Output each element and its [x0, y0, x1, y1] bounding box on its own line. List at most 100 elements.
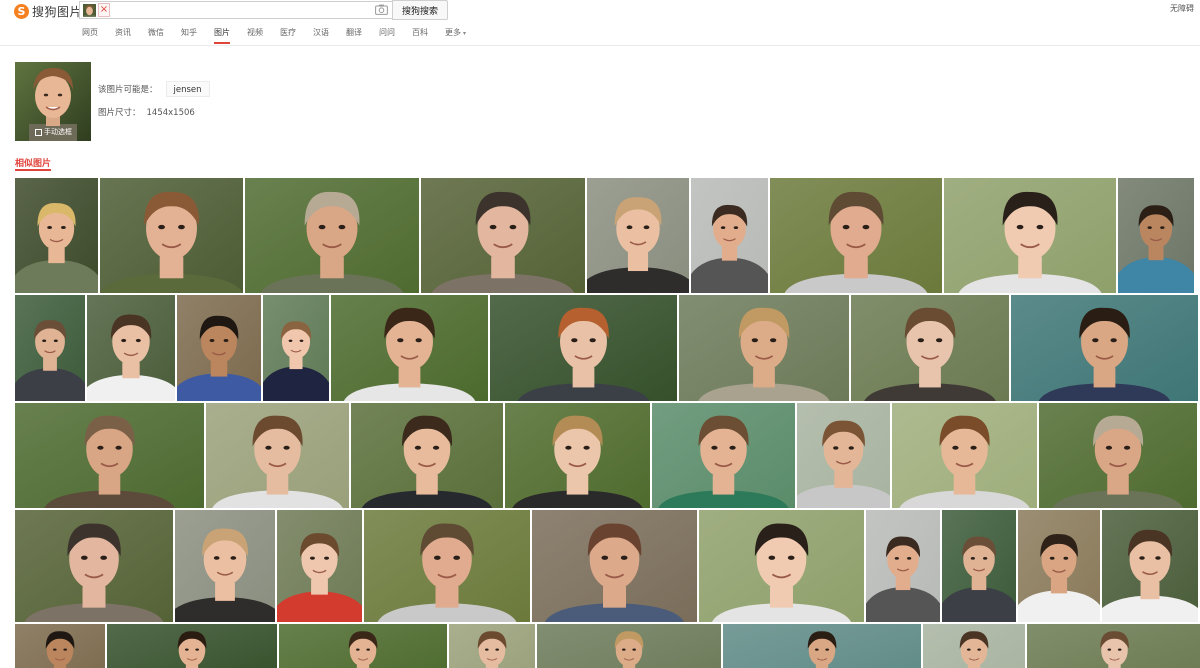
similar-image-tile[interactable]: [15, 624, 105, 668]
portrait-thumbnail: [942, 510, 1016, 622]
similar-image-tile[interactable]: [1118, 178, 1194, 293]
vertical-nav: 网页 资讯 微信 知乎 图片 视频 医疗 汉语 翻译 问问 百科 更多 ▾: [82, 27, 483, 45]
similar-image-tile[interactable]: [245, 178, 419, 293]
nav-item-11[interactable]: 更多 ▾: [445, 27, 466, 45]
remove-image-icon[interactable]: ×: [98, 3, 110, 17]
similar-image-tile[interactable]: [277, 510, 362, 622]
portrait-thumbnail: [15, 178, 98, 293]
similar-image-tile[interactable]: [175, 510, 275, 622]
nav-item-9[interactable]: 问问: [379, 27, 395, 45]
image-size-row: 图片尺寸： 1454x1506: [98, 106, 195, 118]
portrait-thumbnail: [449, 624, 535, 668]
similar-image-tile[interactable]: [364, 510, 530, 622]
image-guess-row: 该图片可能是： jensen: [98, 81, 210, 97]
similar-image-tile[interactable]: [723, 624, 921, 668]
similar-image-tile[interactable]: [587, 178, 689, 293]
portrait-thumbnail: [177, 295, 261, 401]
similar-image-tile[interactable]: [652, 403, 795, 508]
portrait-thumbnail: [1027, 624, 1200, 668]
similar-image-tile[interactable]: [505, 403, 650, 508]
uploaded-image-thumbnail-face: [83, 4, 96, 17]
nav-item-label: 资讯: [115, 28, 131, 37]
similar-image-tile[interactable]: [449, 624, 535, 668]
image-size-value: 1454x1506: [146, 108, 195, 118]
similar-images-underline: [15, 169, 51, 171]
similar-image-tile[interactable]: [797, 403, 890, 508]
search-button[interactable]: 搜狗搜索: [392, 0, 448, 20]
similar-image-tile[interactable]: [206, 403, 349, 508]
similar-image-tile[interactable]: [100, 178, 243, 293]
nav-item-7[interactable]: 汉语: [313, 27, 329, 45]
similar-image-tile[interactable]: [944, 178, 1116, 293]
search-input[interactable]: [114, 3, 354, 17]
similar-image-tile[interactable]: [691, 178, 768, 293]
nav-item-label: 知乎: [181, 28, 197, 37]
portrait-thumbnail: [351, 403, 503, 508]
sogou-logo[interactable]: S 搜狗图片: [14, 3, 82, 19]
image-size-label: 图片尺寸：: [98, 108, 141, 118]
similar-image-tile[interactable]: [331, 295, 488, 401]
nav-item-1[interactable]: 资讯: [115, 27, 131, 45]
similar-image-tile[interactable]: [87, 295, 175, 401]
camera-icon[interactable]: [375, 4, 388, 15]
similar-image-tile[interactable]: [107, 624, 277, 668]
similar-image-tile[interactable]: [1011, 295, 1198, 401]
nav-item-label: 翻译: [346, 28, 362, 37]
portrait-thumbnail: [15, 403, 204, 508]
similar-image-tile[interactable]: [1039, 403, 1197, 508]
similar-image-tile[interactable]: [892, 403, 1037, 508]
similar-images-grid: [15, 178, 1200, 668]
similar-image-tile[interactable]: [537, 624, 721, 668]
nav-item-label: 汉语: [313, 28, 329, 37]
search-box[interactable]: ×: [79, 1, 392, 19]
chevron-down-icon: ▾: [463, 30, 467, 37]
similar-image-tile[interactable]: [421, 178, 585, 293]
portrait-thumbnail: [892, 403, 1037, 508]
manual-crop-button[interactable]: 手动选框: [35, 127, 72, 137]
logo-text: 搜狗图片: [32, 4, 83, 19]
nav-item-2[interactable]: 微信: [148, 27, 164, 45]
query-image[interactable]: 手动选框: [15, 62, 91, 141]
similar-image-tile[interactable]: [866, 510, 940, 622]
similar-image-tile[interactable]: [1027, 624, 1200, 668]
portrait-thumbnail: [1118, 178, 1194, 293]
similar-image-tile[interactable]: [1102, 510, 1198, 622]
similar-image-tile[interactable]: [351, 403, 503, 508]
top-header: S 搜狗图片 × 搜狗搜索 无障碍 网页 资讯 微信 知乎 图片 视频 医疗 汉语 翻译 问问 百科…: [0, 0, 1200, 46]
nav-item-6[interactable]: 医疗: [280, 27, 296, 45]
nav-item-8[interactable]: 翻译: [346, 27, 362, 45]
similar-image-tile[interactable]: [532, 510, 697, 622]
similar-image-tile[interactable]: [279, 624, 447, 668]
similar-image-tile[interactable]: [15, 403, 204, 508]
nav-item-10[interactable]: 百科: [412, 27, 428, 45]
similar-image-tile[interactable]: [1018, 510, 1100, 622]
similar-image-tile[interactable]: [177, 295, 261, 401]
nav-item-3[interactable]: 知乎: [181, 27, 197, 45]
portrait-thumbnail: [1039, 403, 1197, 508]
similar-image-tile[interactable]: [923, 624, 1025, 668]
similar-image-tile[interactable]: [851, 295, 1009, 401]
portrait-thumbnail: [699, 510, 864, 622]
similar-image-tile[interactable]: [942, 510, 1016, 622]
nav-item-label: 问问: [379, 28, 395, 37]
portrait-thumbnail: [175, 510, 275, 622]
portrait-thumbnail: [490, 295, 677, 401]
similar-image-tile[interactable]: [770, 178, 942, 293]
similar-image-tile[interactable]: [15, 295, 85, 401]
portrait-thumbnail: [277, 510, 362, 622]
similar-image-tile[interactable]: [15, 510, 173, 622]
nav-item-4[interactable]: 图片: [214, 27, 230, 45]
image-guess-tag[interactable]: jensen: [165, 81, 210, 97]
portrait-thumbnail: [587, 178, 689, 293]
portrait-thumbnail: [652, 403, 795, 508]
accessibility-link[interactable]: 无障碍: [1170, 3, 1194, 14]
similar-image-tile[interactable]: [15, 178, 98, 293]
similar-image-tile[interactable]: [490, 295, 677, 401]
similar-image-tile[interactable]: [699, 510, 864, 622]
portrait-thumbnail: [537, 624, 721, 668]
similar-image-tile[interactable]: [263, 295, 329, 401]
nav-item-5[interactable]: 视频: [247, 27, 263, 45]
portrait-thumbnail: [87, 295, 175, 401]
nav-item-0[interactable]: 网页: [82, 27, 98, 45]
similar-image-tile[interactable]: [679, 295, 849, 401]
